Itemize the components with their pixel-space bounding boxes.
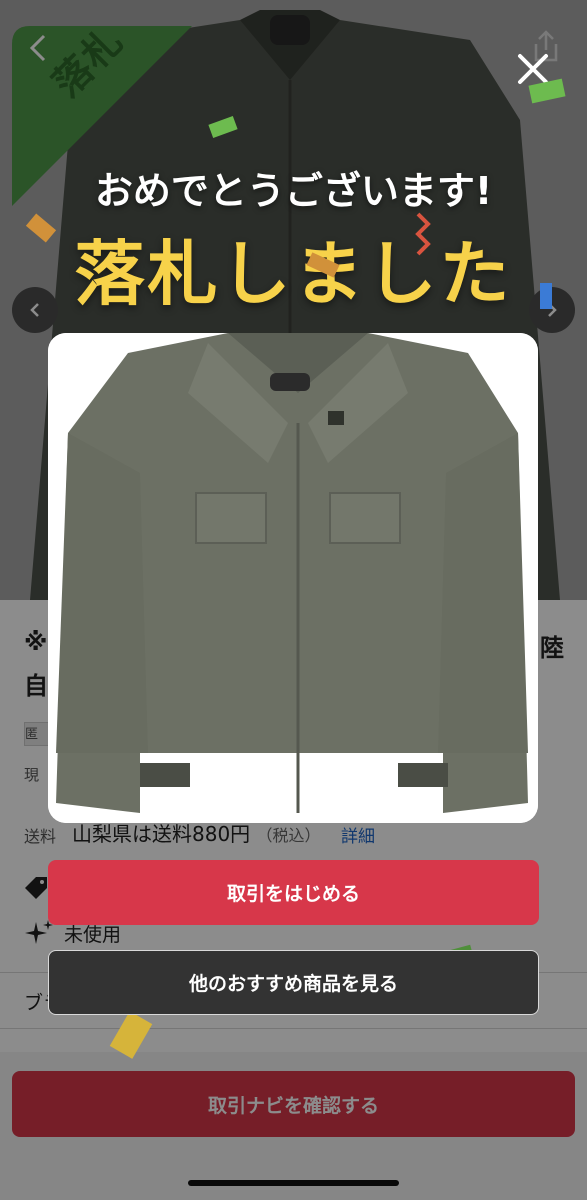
start-trade-button[interactable]: 取引をはじめる [48,860,539,925]
jacket-image [48,333,538,823]
won-product-image-card [48,333,538,823]
see-more-recommendations-button[interactable]: 他のおすすめ商品を見る [48,950,539,1015]
